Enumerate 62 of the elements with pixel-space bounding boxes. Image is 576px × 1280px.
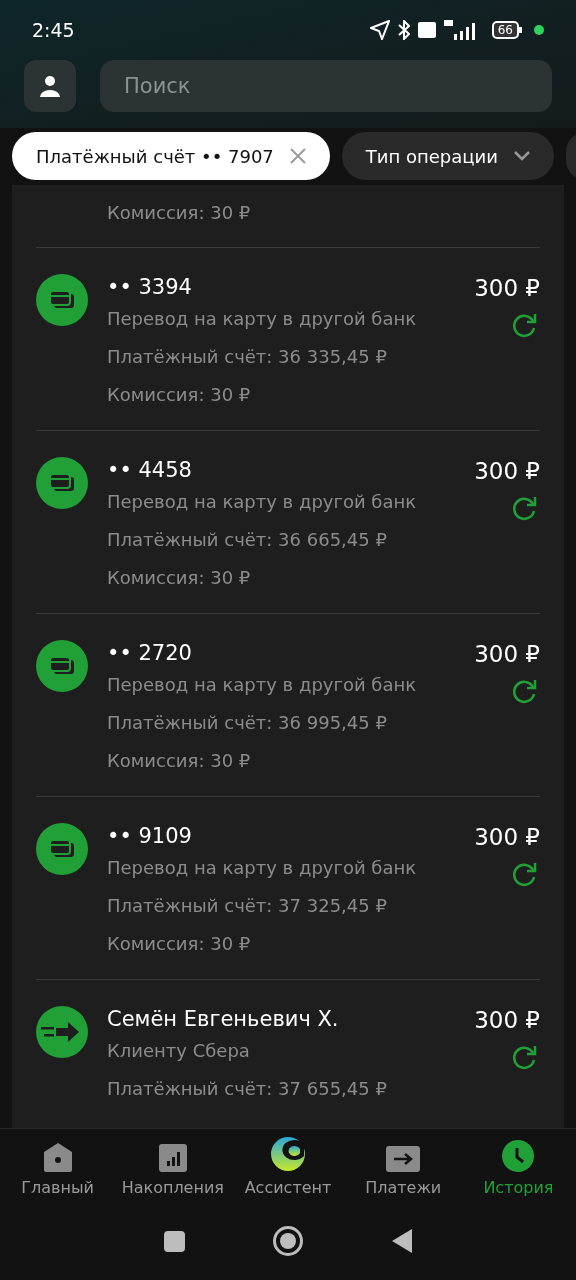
clock-icon	[502, 1140, 535, 1172]
transaction-amount: 300 ₽	[474, 822, 540, 852]
detail-text: Перевод на карту в другой банк	[107, 673, 417, 697]
detail-text: Комиссия: 30 ₽	[107, 383, 252, 407]
home-icon	[41, 1142, 74, 1172]
detail-text: Платёжный счёт: 36 665,45 ₽	[107, 528, 388, 552]
transaction-row[interactable]: •• 3394 300 ₽ Перевод на карту в другой банк Платёжный счёт: 36 335,45 ₽ Комиссия: 30 ₽	[36, 248, 540, 431]
cards-icon	[36, 823, 88, 875]
filter-chip[interactable]: Тип операции	[341, 132, 554, 180]
detail-text: Комиссия: 30 ₽	[107, 749, 252, 773]
detail-text: Платёжный счёт: 36 335,45 ₽	[107, 345, 388, 369]
assistant-logo-icon	[270, 1136, 306, 1172]
detail-text: Перевод на карту в другой банк	[107, 490, 417, 514]
nav-tab[interactable]: Ассистент	[230, 1129, 346, 1210]
recents-button[interactable]	[163, 1230, 185, 1252]
bluetooth-icon	[397, 20, 410, 40]
filter-chip[interactable]: Платёжный счёт •• 7907	[12, 132, 330, 180]
nav-tab[interactable]: Главный	[0, 1129, 116, 1210]
chart-icon	[158, 1144, 187, 1172]
transaction-title: Семён Евгеньевич Х.	[107, 1006, 339, 1034]
back-icon[interactable]	[390, 1228, 413, 1254]
location-icon	[369, 20, 390, 40]
transaction-amount: 300 ₽	[474, 273, 540, 303]
detail-text: Комиссия: 30 ₽	[107, 566, 252, 590]
cards-icon	[36, 640, 88, 692]
repeat-icon[interactable]	[510, 860, 538, 888]
transaction-title: •• 2720	[107, 640, 192, 668]
detail-text: Клиенту Сбера	[107, 1039, 251, 1063]
detail-text: Платёжный счёт: 36 995,45 ₽	[107, 711, 388, 735]
nav-tab[interactable]: История	[460, 1129, 576, 1210]
transaction-row[interactable]: •• 4458 300 ₽ Перевод на карту в другой банк Платёжный счёт: 36 665,45 ₽ Комиссия: 30 ₽	[36, 431, 540, 614]
close-icon[interactable]	[289, 148, 306, 164]
search-field[interactable]: Поиск	[100, 60, 552, 112]
transaction-row[interactable]: •• 2720 300 ₽ Перевод на карту в другой банк Платёжный счёт: 36 995,45 ₽ Комиссия: 30 ₽	[36, 614, 540, 797]
transaction-title: •• 9109	[107, 823, 192, 851]
nav-tab[interactable]: Накопления	[115, 1129, 231, 1210]
status-time: 2:45	[32, 17, 75, 43]
transaction-title: •• 3394	[107, 274, 192, 302]
detail-text: Перевод на карту в другой банк	[107, 856, 417, 880]
transaction-amount: 300 ₽	[474, 456, 540, 486]
detail-text: Комиссия: 30 ₽	[107, 201, 252, 225]
person-icon	[38, 74, 62, 98]
home-button[interactable]	[272, 1226, 303, 1256]
chevron-down-icon	[514, 151, 530, 161]
transaction-row[interactable]: •• 9109 300 ₽ Перевод на карту в другой банк Платёжный счёт: 37 325,45 ₽ Комиссия: 30 ₽	[36, 797, 540, 980]
battery-icon: 66	[491, 21, 522, 39]
transfer-icon	[386, 1146, 421, 1172]
repeat-icon[interactable]	[510, 494, 538, 522]
nav-tab[interactable]: Платежи	[345, 1129, 461, 1210]
transaction-amount: 300 ₽	[474, 639, 540, 669]
cards-icon	[36, 457, 88, 509]
profile-button[interactable]	[24, 60, 76, 112]
repeat-icon[interactable]	[510, 677, 538, 705]
detail-text: Перевод на карту в другой банк	[107, 307, 417, 331]
repeat-icon[interactable]	[510, 1043, 538, 1071]
repeat-icon[interactable]	[510, 311, 538, 339]
detail-text: Платёжный счёт: 37 325,45 ₽	[107, 894, 388, 918]
transaction-amount: 300 ₽	[474, 1005, 540, 1035]
cards-icon	[36, 274, 88, 326]
detail-text: Комиссия: 30 ₽	[107, 932, 252, 956]
transaction-title: •• 4458	[107, 457, 192, 485]
detail-text: Платёжный счёт: 37 655,45 ₽	[107, 1077, 387, 1101]
